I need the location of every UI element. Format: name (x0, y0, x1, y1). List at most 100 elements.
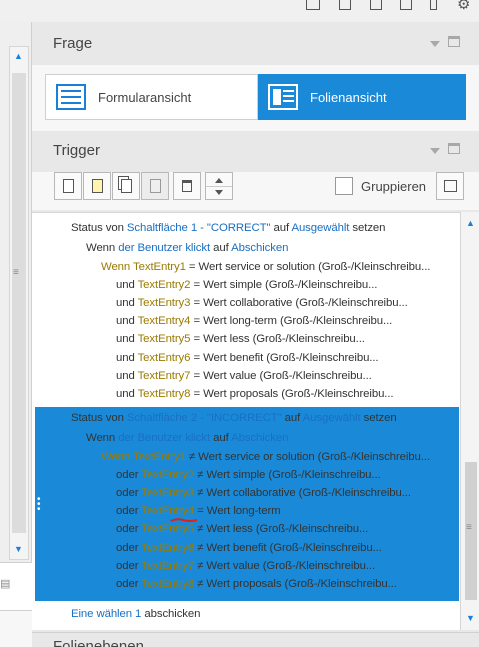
condition-variable-link: TextEntry6 (141, 541, 195, 554)
form-view-button[interactable]: Formularansicht (45, 74, 258, 120)
condition-variable-link: TextEntry8 (141, 577, 195, 590)
condition-word: Wert (206, 577, 230, 590)
condition-option: (Groß-/Kleinschreibu... (252, 333, 365, 346)
tablet-portrait-icon[interactable] (370, 0, 382, 10)
move-up-icon[interactable] (215, 178, 223, 183)
group-checkbox[interactable] (335, 177, 353, 195)
condition-line[interactable]: oder TextEntry8 ≠ Wert proposals (Groß-/… (116, 578, 397, 590)
condition-word: Wert (206, 541, 230, 554)
condition-line[interactable]: oder TextEntry4 = Wert long-term (116, 505, 281, 517)
form-view-label: Formularansicht (98, 89, 192, 105)
condition-line[interactable]: und TextEntry7 = Wert value (Groß-/Klein… (116, 370, 372, 382)
condition-line[interactable]: und TextEntry6 = Wert benefit (Groß-/Kle… (116, 352, 379, 364)
condition-conjunction: oder (116, 469, 139, 482)
panel-title: Trigger (53, 142, 100, 159)
condition-line[interactable]: und TextEntry8 = Wert proposals (Groß-/K… (116, 388, 394, 400)
condition-line[interactable]: oder TextEntry7 ≠ Wert value (Groß-/Klei… (116, 560, 375, 572)
scroll-thumb[interactable] (12, 73, 26, 533)
group-settings-button[interactable] (436, 172, 464, 200)
move-down-icon[interactable] (215, 190, 223, 195)
condition-option: (Groß-/Kleinschreibu... (266, 351, 379, 364)
slide-view-button[interactable]: Folienansicht (258, 74, 466, 120)
next-panel-header: Folienebenen (32, 632, 479, 647)
new-trigger-button[interactable] (54, 172, 82, 200)
condition-value: simple (229, 279, 262, 292)
condition-line[interactable]: oder TextEntry2 ≠ Wert simple (Groß-/Kle… (116, 469, 381, 481)
condition-operator: ≠ (188, 451, 196, 463)
condition-value: service or solution (225, 261, 315, 273)
left-bottom-area: ▤ (0, 562, 32, 610)
condition-line[interactable]: oder TextEntry3 ≠ Wert collaborative (Gr… (116, 487, 411, 499)
condition-option: (Groß-/Kleinschreibu... (298, 487, 411, 500)
condition-operator: = (197, 505, 204, 518)
condition-word: Wert (206, 487, 230, 500)
condition-line[interactable]: Wenn TextEntry1 = Wert service or soluti… (101, 261, 430, 273)
scroll-up-icon[interactable]: ▲ (466, 218, 475, 228)
scroll-down-icon[interactable]: ▼ (466, 613, 475, 623)
gear-icon[interactable]: ⚙ (457, 0, 470, 13)
left-scrollbar[interactable]: ▲ ≡ ▼ (9, 46, 29, 560)
group-window-icon (444, 180, 457, 192)
group-label: Gruppieren (361, 179, 427, 194)
phone-portrait-icon[interactable] (430, 0, 437, 10)
copy-trigger-button[interactable] (112, 172, 140, 200)
condition-conjunction: und (116, 279, 135, 292)
paste-trigger-button[interactable] (141, 172, 169, 200)
condition-line[interactable]: oder TextEntry6 ≠ Wert benefit (Groß-/Kl… (116, 542, 382, 554)
condition-line[interactable]: und TextEntry5 = Wert less (Groß-/Kleins… (116, 333, 365, 345)
drag-handle-icon[interactable]: • • • (37, 495, 40, 515)
form-view-icon (56, 84, 86, 110)
trigger-when-line[interactable]: Wenn der Benutzer klickt auf Abschicken (86, 242, 288, 254)
condition-value: service or solution (224, 451, 315, 463)
condition-variable-link: TextEntry4 (141, 505, 195, 518)
condition-variable-link: TextEntry1 (133, 261, 186, 273)
condition-operator: ≠ (197, 469, 204, 482)
condition-conjunction: oder (116, 505, 139, 518)
action-suffix: setzen (352, 222, 386, 234)
condition-word: Wert (203, 387, 227, 400)
condition-variable-link: TextEntry7 (141, 559, 195, 572)
slide-view-icon (268, 84, 298, 110)
condition-conjunction: Wenn (101, 451, 131, 463)
condition-line[interactable]: und TextEntry2 = Wert simple (Groß-/Klei… (116, 279, 377, 291)
edit-trigger-button[interactable] (83, 172, 111, 200)
condition-value: simple (232, 469, 266, 482)
condition-word: Wert (206, 505, 231, 518)
condition-conjunction: oder (116, 541, 139, 554)
move-up-down-buttons[interactable] (205, 172, 233, 200)
condition-value: value (229, 369, 257, 382)
tablet-landscape-icon[interactable] (339, 0, 351, 10)
desktop-icon[interactable] (306, 0, 320, 10)
delete-trigger-button[interactable] (173, 172, 201, 200)
collapse-chevron-icon[interactable] (430, 148, 440, 154)
add-condition-link-line[interactable]: Eine wählen 1 abschicken (71, 608, 200, 620)
condition-value: long-term (233, 505, 281, 518)
condition-operator: ≠ (197, 541, 204, 554)
trigger-action-line[interactable]: Status von Schaltfläche 2 - "INCORRECT" … (71, 412, 397, 424)
condition-line[interactable]: und TextEntry4 = Wert long-term (Groß-/K… (116, 315, 392, 327)
collapse-chevron-icon[interactable] (430, 41, 440, 47)
footer-link: Eine wählen (71, 608, 132, 620)
float-window-icon[interactable] (448, 143, 460, 154)
phone-landscape-icon[interactable] (400, 0, 412, 10)
condition-option: (Groß-/Kleinschreibu... (317, 451, 430, 463)
condition-value: collaborative (232, 487, 296, 500)
condition-line[interactable]: oder TextEntry5 ≠ Wert less (Groß-/Klein… (116, 523, 368, 535)
scroll-down-icon[interactable]: ▼ (14, 544, 23, 554)
condition-value: long-term (229, 315, 277, 328)
condition-value: less (232, 523, 253, 536)
when-actor-link: der Benutzer klickt (118, 241, 211, 254)
trigger-action-line[interactable]: Status von Schaltfläche 1 - "CORRECT" au… (71, 222, 385, 234)
float-window-icon[interactable] (448, 36, 460, 47)
condition-line[interactable]: Wenn TextEntry1 ≠ Wert service or soluti… (101, 451, 430, 463)
trigger-scrollbar[interactable]: ▲ ≡ ▼ (460, 212, 479, 630)
condition-line[interactable]: und TextEntry3 = Wert collaborative (Gro… (116, 297, 408, 309)
condition-conjunction: oder (116, 577, 139, 590)
when-mid: auf (213, 431, 229, 444)
condition-option: (Groß-/Kleinschreibu... (259, 369, 372, 382)
condition-variable-link: TextEntry3 (137, 297, 191, 310)
trigger-when-line[interactable]: Wenn der Benutzer klickt auf Abschicken (86, 432, 288, 444)
panel-title: Folienebenen (53, 638, 144, 647)
scroll-up-icon[interactable]: ▲ (14, 51, 23, 61)
condition-option: (Groß-/Kleinschreibu... (269, 541, 382, 554)
